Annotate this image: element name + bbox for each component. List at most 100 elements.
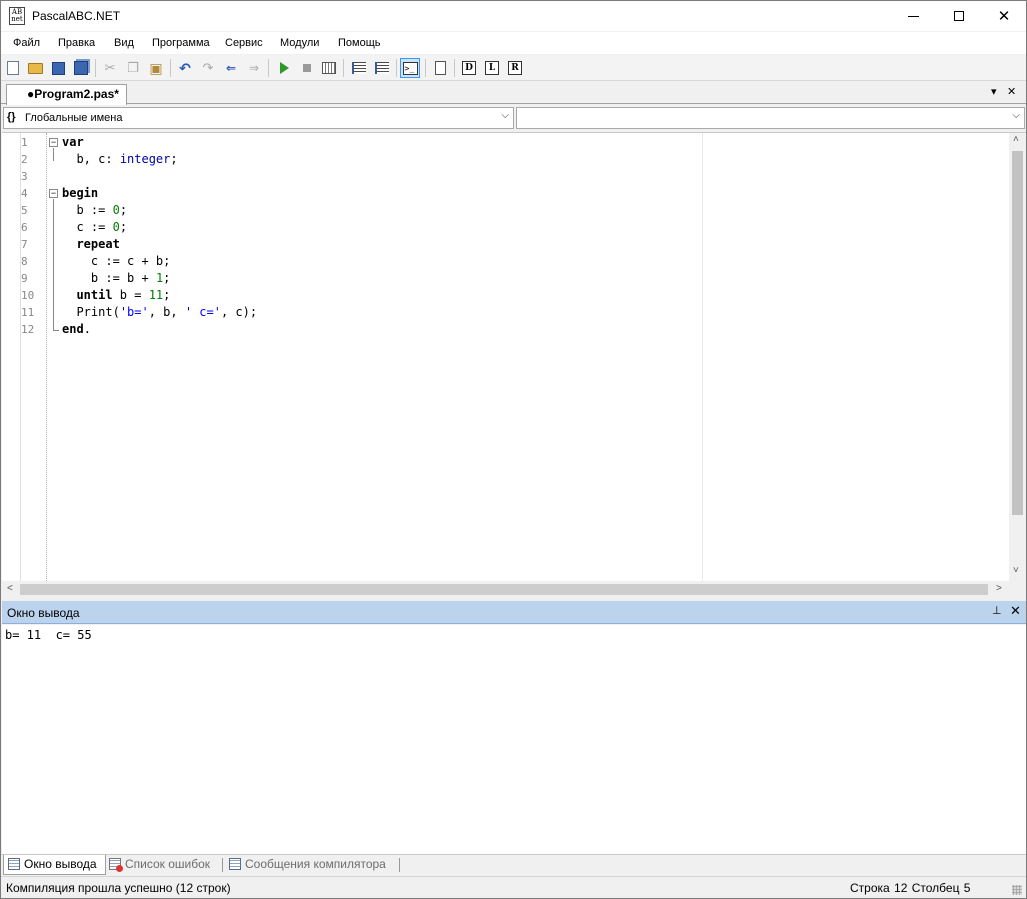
code-token: end (62, 322, 84, 336)
page-button[interactable] (430, 58, 450, 78)
line-number: 12 (21, 323, 35, 336)
undo-button[interactable]: ↶ (175, 58, 195, 78)
menu-service[interactable]: Сервис (225, 37, 263, 49)
output-window[interactable]: b= 11 c= 55 (2, 625, 1026, 854)
code-token: c := (76, 220, 113, 234)
tab-error-list-label: Список ошибок (125, 857, 211, 871)
output-window-icon (8, 858, 20, 870)
pin-icon[interactable]: ⊥ (992, 604, 1002, 617)
code-editor[interactable]: 1 2 3 4 5 6 7 8 9 10 11 12 var b, c: integer; begin b… (2, 132, 1026, 598)
l-tool-icon: L (485, 61, 499, 75)
r-tool-button[interactable]: R (505, 58, 525, 78)
members-combo[interactable]: ⌵ (516, 107, 1025, 129)
scroll-left-icon[interactable]: < (7, 583, 13, 594)
line-number: 11 (21, 306, 35, 319)
code-token: ; (119, 220, 128, 234)
line-number: 5 (21, 204, 28, 217)
code-token: 0 (112, 203, 120, 217)
compile-button[interactable] (319, 58, 339, 78)
tab-separator (399, 858, 400, 872)
copy-button[interactable]: ❐ (123, 58, 143, 78)
menu-file[interactable]: Файл (13, 37, 40, 49)
step-icon (375, 62, 389, 74)
menu-view[interactable]: Вид (114, 37, 134, 49)
fold-end-marker (53, 330, 59, 331)
d-tool-icon: D (462, 61, 476, 75)
add-watch-button[interactable] (349, 58, 369, 78)
code-line: b, c: integer; (62, 152, 178, 166)
tab-output-window[interactable]: Окно вывода (3, 855, 106, 875)
toolbar-separator (454, 59, 455, 77)
undo-icon: ↶ (179, 59, 191, 76)
tab-error-list[interactable]: Список ошибок (105, 855, 218, 875)
scroll-right-icon[interactable]: > (996, 583, 1002, 594)
d-tool-button[interactable]: D (459, 58, 479, 78)
vertical-scroll-thumb[interactable] (1012, 151, 1023, 515)
r-tool-icon: R (508, 61, 522, 75)
app-logo-icon: AB net (9, 7, 25, 25)
code-token: b, c: (76, 152, 120, 166)
cursor-position: Строка 12 Столбец 5 (850, 881, 971, 895)
watch-icon (352, 62, 366, 74)
code-line: c := c + b; (62, 254, 170, 268)
line-number: 1 (21, 136, 28, 149)
menu-program[interactable]: Программа (152, 37, 210, 49)
save-all-button[interactable] (71, 58, 91, 78)
close-window-button[interactable]: ✕ (981, 1, 1027, 31)
find-button[interactable]: ⇐ (221, 58, 241, 78)
cut-button[interactable]: ✂ (100, 58, 120, 78)
menu-edit[interactable]: Правка (58, 37, 95, 49)
close-panel-icon[interactable]: ✕ (1010, 603, 1021, 619)
global-names-combo[interactable]: {} Глобальные имена ⌵ (3, 107, 514, 129)
menu-help[interactable]: Помощь (338, 37, 381, 49)
maximize-button[interactable] (936, 1, 982, 31)
fold-toggle-icon[interactable]: − (49, 189, 58, 198)
output-panel-title: Окно вывода (7, 606, 80, 620)
paste-icon: ▣ (149, 59, 163, 76)
cut-icon: ✂ (104, 60, 116, 75)
code-token: b := b + (90, 271, 156, 285)
vertical-scrollbar[interactable]: ˄ ˅ (1009, 133, 1026, 581)
scroll-down-icon[interactable]: ˅ (1013, 565, 1019, 576)
title-bar[interactable]: AB net PascalABC.NET ✕ (1, 1, 1026, 31)
save-button[interactable] (48, 58, 68, 78)
run-button[interactable] (274, 58, 294, 78)
new-file-icon (7, 61, 19, 75)
run-icon (279, 62, 289, 74)
redo-button[interactable]: ↷ (198, 58, 218, 78)
compile-icon (322, 62, 336, 74)
horizontal-scrollbar[interactable]: < > (2, 581, 1009, 598)
code-token: begin (62, 186, 99, 200)
horizontal-scroll-thumb[interactable] (20, 584, 988, 595)
tab-list-dropdown-icon[interactable]: ▾ (991, 85, 997, 98)
toolbar-separator (425, 59, 426, 77)
toolbar-separator (268, 59, 269, 77)
paste-button[interactable]: ▣ (146, 58, 166, 78)
new-file-button[interactable] (3, 58, 23, 78)
tab-program2[interactable]: ●Program2.pas* (6, 84, 127, 105)
resize-grip-icon[interactable] (1012, 885, 1022, 895)
console-output-button[interactable]: >_ (400, 58, 420, 78)
scroll-up-icon[interactable]: ˄ (1013, 134, 1019, 145)
code-token: c := c + b; (90, 254, 171, 268)
fold-guide (53, 199, 54, 330)
chevron-down-icon: ⌵ (1012, 110, 1020, 121)
main-window: AB net PascalABC.NET ✕ Файл Правка Вид Пр… (0, 0, 1027, 899)
tab-compiler-messages[interactable]: Сообщения компилятора (225, 855, 394, 875)
debug-step-button[interactable] (372, 58, 392, 78)
minimize-button[interactable] (890, 1, 936, 31)
find-next-button[interactable]: ⇒ (244, 58, 264, 78)
open-button[interactable] (25, 58, 45, 78)
bottom-panel-tabs: Окно вывода Список ошибок Сообщения комп… (1, 854, 1026, 875)
l-tool-button[interactable]: L (482, 58, 502, 78)
code-token: ; (170, 152, 178, 166)
stop-button[interactable] (297, 58, 317, 78)
code-token: b := (76, 203, 113, 217)
code-token: integer (119, 152, 171, 166)
menu-modules[interactable]: Модули (280, 37, 319, 49)
close-tab-icon[interactable]: ✕ (1007, 85, 1016, 98)
fold-toggle-icon[interactable]: − (49, 138, 58, 147)
